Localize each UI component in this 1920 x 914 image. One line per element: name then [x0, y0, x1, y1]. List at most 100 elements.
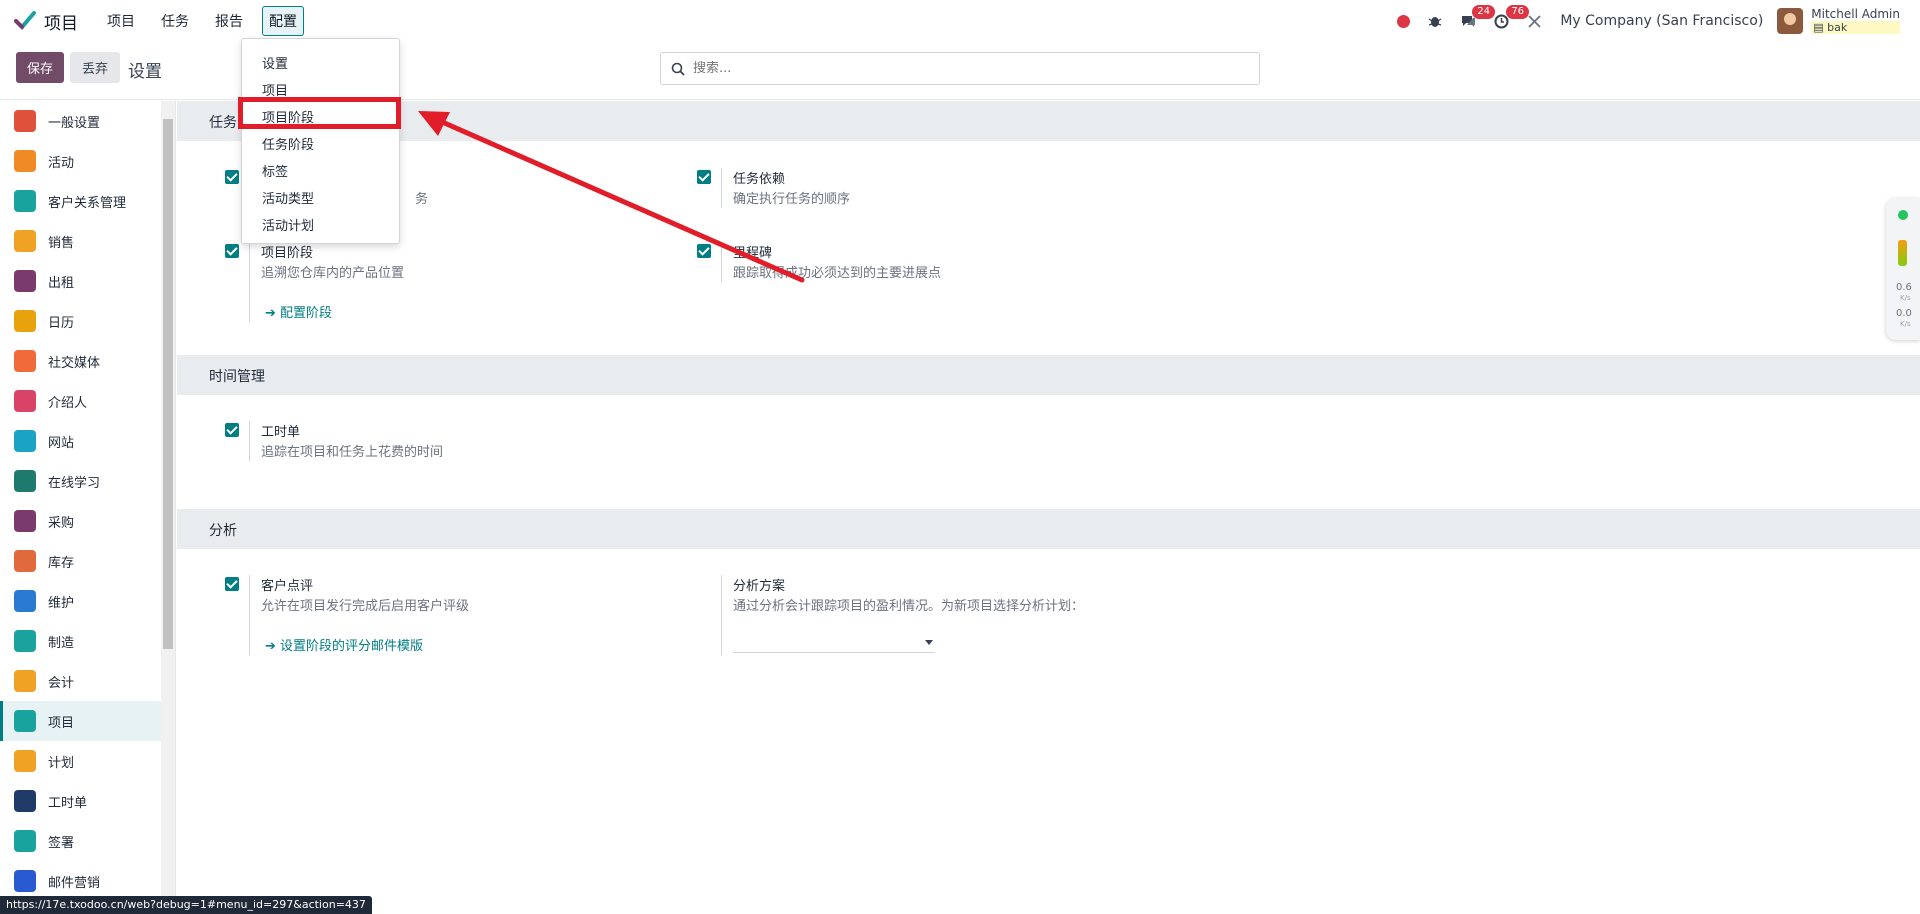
analytic-plan-desc: 通过分析会计跟踪项目的盈利情况。为新项目选择分析计划：: [733, 599, 1085, 614]
sidebar-item-maintenance[interactable]: 维护: [0, 581, 175, 621]
setting-analytic-plan: 分析方案 通过分析会计跟踪项目的盈利情况。为新项目选择分析计划：: [697, 575, 1257, 655]
page-title: 设置: [128, 62, 162, 82]
sidebar-item-label: 维护: [48, 595, 75, 611]
arrow-right-icon: ➔: [265, 306, 281, 321]
configure-stages-link[interactable]: ➔ 配置阶段: [265, 302, 332, 321]
customer-ratings-checkbox[interactable]: [225, 577, 239, 591]
user-menu[interactable]: Mitchell Admin ▤ bak: [1811, 8, 1900, 34]
sidebar-scroll-thumb[interactable]: [163, 119, 173, 649]
sign-icon: [14, 830, 36, 852]
sidebar-item-label: 制造: [48, 635, 75, 651]
sidebar-item-website[interactable]: 网站: [0, 421, 175, 461]
sidebar-item-label: 活动: [48, 155, 75, 171]
sidebar-item-sign[interactable]: 签署: [0, 821, 175, 861]
top-navbar: 项目 项目 任务 报告 配置 24 76 My Company (San Fra…: [0, 0, 1920, 42]
project-stages-desc: 追溯您仓库内的产品位置: [261, 266, 405, 281]
sidebar-item-label: 计划: [48, 755, 75, 771]
sidebar-item-calendar[interactable]: 日历: [0, 301, 175, 341]
referral-icon: [14, 390, 36, 412]
maintenance-icon: [14, 590, 36, 612]
bug-icon: [1428, 17, 1442, 27]
sidebar-scrollbar[interactable]: [161, 101, 175, 914]
search-box[interactable]: [660, 52, 1260, 85]
database-icon: ▤: [1813, 21, 1828, 34]
menu-reports[interactable]: 报告: [208, 6, 250, 36]
project-stages-checkbox[interactable]: [225, 244, 239, 258]
section-tasks-title: 任务: [209, 115, 237, 131]
sidebar-item-mail-marketing[interactable]: 邮件营销: [0, 861, 175, 901]
sidebar-item-manufacturing[interactable]: 制造: [0, 621, 175, 661]
record-dot-icon: [1397, 14, 1411, 28]
sidebar-item-timesheet[interactable]: 工时单: [0, 781, 175, 821]
signal-bar-icon: [1898, 240, 1907, 266]
sidebar-item-inventory[interactable]: 库存: [0, 541, 175, 581]
upload-speed: 0.6: [1896, 282, 1912, 293]
sidebar-item-label: 社交媒体: [48, 355, 101, 371]
customer-ratings-desc: 允许在项目发行完成后启用客户评级: [261, 599, 470, 614]
dropdown-item-task-stages[interactable]: 任务阶段: [242, 130, 399, 157]
planning-icon: [14, 750, 36, 772]
messaging-menu[interactable]: 24: [1460, 5, 1496, 28]
activity-icon: [14, 150, 36, 172]
sidebar-item-referral[interactable]: 介绍人: [0, 381, 175, 421]
annotation-highlight-box: [238, 97, 401, 129]
analytic-plan-select[interactable]: [733, 631, 935, 653]
sidebar-item-social[interactable]: 社交媒体: [0, 341, 175, 381]
wrench-icon: [1528, 14, 1541, 28]
activity-badge: 76: [1506, 4, 1530, 19]
upload-unit: K/s: [1900, 294, 1911, 302]
link-preview-status: https://17e.txodoo.cn/web?debug=1#menu_i…: [0, 896, 372, 914]
sidebar-item-accounting[interactable]: 会计: [0, 661, 175, 701]
dropdown-item-activity-types[interactable]: 活动类型: [242, 184, 399, 211]
save-button[interactable]: 保存: [16, 52, 64, 83]
recording-indicator[interactable]: [1397, 14, 1411, 28]
sidebar-item-sales[interactable]: 销售: [0, 221, 175, 261]
sidebar-item-general-settings[interactable]: 一般设置: [0, 101, 175, 141]
menu-projects[interactable]: 项目: [100, 6, 142, 36]
arrow-right-icon: ➔: [265, 639, 281, 654]
timesheets-desc: 追踪在项目和任务上花费的时间: [261, 445, 444, 460]
inventory-icon: [14, 550, 36, 572]
discard-button[interactable]: 丢弃: [70, 52, 120, 83]
user-avatar[interactable]: [1777, 8, 1804, 34]
status-dot-icon: [1898, 210, 1908, 220]
rental-icon: [14, 270, 36, 292]
dropdown-item-activity-plans[interactable]: 活动计划: [242, 211, 399, 238]
sidebar-item-label: 采购: [48, 515, 75, 531]
sidebar-item-activity[interactable]: 活动: [0, 141, 175, 181]
setting-timesheets: 工时单 追踪在项目和任务上花费的时间: [225, 421, 665, 461]
debug-menu[interactable]: [1428, 14, 1442, 28]
sidebar-item-project[interactable]: 项目: [0, 701, 175, 741]
sidebar-item-planning[interactable]: 计划: [0, 741, 175, 781]
setting-customer-ratings: 客户点评 允许在项目发行完成后启用客户评级 ➔ 设置阶段的评分邮件模版: [225, 575, 665, 655]
activity-menu[interactable]: 76: [1494, 4, 1530, 29]
timesheets-checkbox[interactable]: [225, 423, 239, 437]
rating-template-link[interactable]: ➔ 设置阶段的评分邮件模版: [265, 635, 423, 654]
sidebar-item-label: 库存: [48, 555, 75, 571]
sidebar-item-purchase[interactable]: 采购: [0, 501, 175, 541]
menu-tasks[interactable]: 任务: [154, 6, 196, 36]
setting-divider: [249, 421, 250, 461]
download-speed: 0.0: [1896, 308, 1912, 319]
dropdown-item-settings[interactable]: 设置: [242, 49, 399, 76]
recurring-tasks-checkbox[interactable]: [225, 170, 239, 184]
company-switcher[interactable]: My Company (San Francisco): [1560, 13, 1763, 29]
website-icon: [14, 430, 36, 452]
mail-marketing-icon: [14, 870, 36, 892]
project-app-icon: [14, 11, 36, 30]
accounting-icon: [14, 670, 36, 692]
sidebar-item-label: 销售: [48, 235, 75, 251]
download-unit: K/s: [1900, 320, 1911, 328]
tools-menu[interactable]: [1527, 14, 1542, 29]
app-brand[interactable]: 项目: [14, 9, 78, 34]
sidebar-item-elearning[interactable]: 在线学习: [0, 461, 175, 501]
search-icon: [671, 62, 685, 76]
sidebar-item-label: 网站: [48, 435, 75, 451]
menu-configuration[interactable]: 配置: [262, 6, 304, 36]
sidebar-item-crm[interactable]: 客户关系管理: [0, 181, 175, 221]
network-speed-widget[interactable]: 0.6 K/s 0.0 K/s: [1886, 198, 1920, 340]
dropdown-item-tags[interactable]: 标签: [242, 157, 399, 184]
search-input[interactable]: [693, 61, 1233, 76]
sidebar-item-rental[interactable]: 出租: [0, 261, 175, 301]
section-analytics-title: 分析: [209, 523, 237, 539]
